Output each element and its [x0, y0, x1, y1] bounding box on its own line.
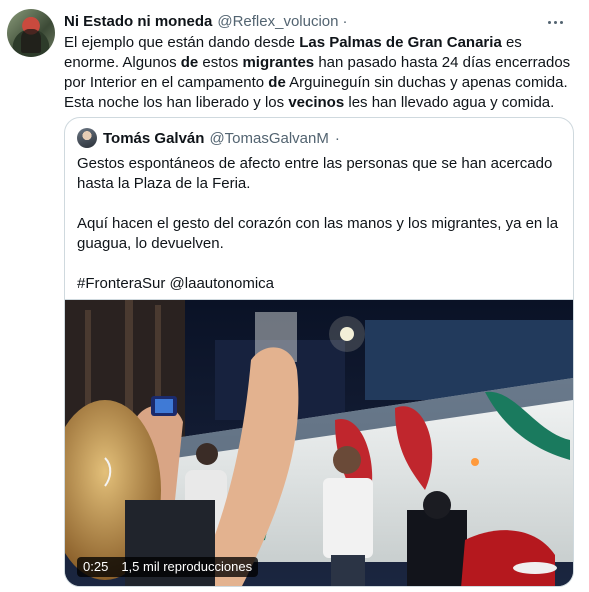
quoted-text: Gestos espontáneos de afecto entre las p… [77, 154, 563, 314]
quoted-author-name: Tomás Galván [103, 129, 205, 147]
video-player[interactable]: INS BUS [65, 299, 573, 586]
quoted-author-handle: @TomasGalvanM [209, 129, 329, 147]
quoted-hashtags[interactable]: #FronteraSur @laautonomica [77, 274, 563, 294]
more-options-icon[interactable] [545, 12, 565, 32]
quoted-tweet[interactable]: Tomás Galván @TomasGalvanM · Gestos espo… [64, 117, 574, 587]
highlighted-term: de [268, 74, 286, 91]
author-name[interactable]: Ni Estado ni moneda [64, 13, 212, 30]
tweet[interactable]: Ni Estado ni moneda @Reflex_volucion · E… [0, 0, 589, 592]
video-thumbnail: INS BUS [65, 300, 573, 586]
tweet-header: Ni Estado ni moneda @Reflex_volucion · [64, 10, 575, 32]
tweet-text: El ejemplo que están dando desde Las Pal… [64, 33, 574, 113]
quoted-paragraph: Aquí hacen el gesto del corazón con las … [77, 215, 559, 252]
quoted-separator: · [334, 129, 340, 147]
quoted-author-avatar [77, 128, 97, 148]
video-duration: 0:25 [83, 559, 109, 574]
author-handle[interactable]: @Reflex_volucion [217, 13, 338, 30]
highlighted-term: migrantes [242, 54, 315, 71]
highlighted-term: Las Palmas de Gran Canaria [299, 34, 502, 51]
highlighted-term: de [180, 54, 199, 71]
quoted-paragraph: Gestos espontáneos de afecto entre las p… [77, 155, 553, 192]
author-avatar[interactable] [7, 9, 55, 57]
tweet-text-segment: estos [198, 54, 243, 71]
tweet-text-segment: El ejemplo que están dando desde [64, 34, 300, 51]
header-separator: · [342, 12, 348, 30]
video-stats-badge: 0:25 1,5 mil reproducciones [77, 557, 259, 577]
highlighted-term: vecinos [288, 94, 345, 111]
video-views: 1,5 mil reproducciones [121, 559, 253, 574]
tweet-text-segment: les han llevado agua y comida. [344, 94, 555, 111]
quoted-header: Tomás Galván @TomasGalvanM · [77, 128, 340, 148]
